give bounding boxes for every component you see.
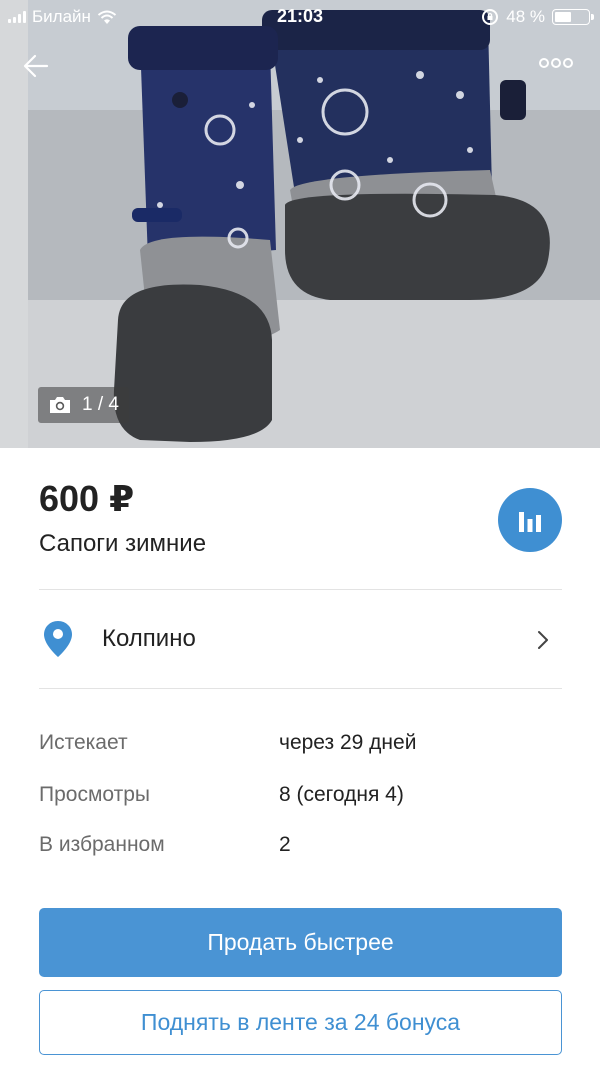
location-pin-icon [44, 621, 72, 657]
listing-price: 600 ₽ [39, 478, 135, 519]
detail-label: В избранном [39, 833, 165, 856]
bar-chart-icon [519, 512, 541, 532]
arrow-left-icon [23, 54, 49, 78]
camera-icon [50, 397, 70, 413]
detail-value: 2 [279, 833, 291, 856]
location-name: Колпино [102, 625, 196, 652]
battery-icon [552, 9, 594, 25]
photo-counter: 1 / 4 [38, 387, 129, 423]
detail-value: 8 (сегодня 4) [279, 783, 404, 806]
chevron-right-icon [538, 631, 548, 649]
listing-photo[interactable]: Билайн 21:03 48 % 1 / 4 [0, 0, 600, 448]
boots-photo [0, 0, 600, 448]
photo-counter-text: 1 / 4 [82, 394, 119, 415]
detail-value: через 29 дней [279, 731, 417, 754]
divider [39, 589, 562, 590]
listing-title: Сапоги зимние [39, 530, 207, 557]
more-options-button[interactable] [538, 56, 578, 80]
sell-faster-button[interactable]: Продать быстрее [39, 908, 562, 977]
divider [39, 688, 562, 689]
more-dots-icon [539, 58, 573, 68]
status-bar: Билайн 21:03 48 % [0, 0, 600, 34]
raise-in-feed-button[interactable]: Поднять в ленте за 24 бонуса [39, 990, 562, 1055]
detail-label: Просмотры [39, 783, 150, 806]
orientation-lock-icon [482, 9, 499, 25]
detail-label: Истекает [39, 731, 128, 754]
location-row[interactable]: Колпино [0, 592, 600, 688]
back-button[interactable] [22, 52, 62, 84]
statistics-button[interactable] [498, 488, 562, 552]
battery-group: 48 % [481, 7, 594, 27]
battery-percent: 48 % [506, 7, 545, 26]
